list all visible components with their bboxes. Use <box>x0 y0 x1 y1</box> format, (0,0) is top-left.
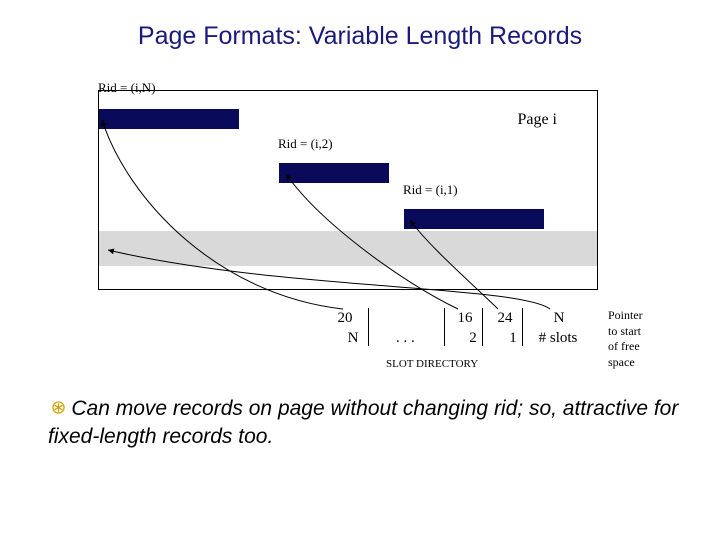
dir-divider <box>368 308 369 346</box>
ellipsis: . . . <box>396 330 415 347</box>
rid-n-label: Rid = (i,N) <box>98 80 156 96</box>
slot-offset: 16 <box>450 310 480 327</box>
slot-index: 1 <box>498 330 528 347</box>
slot-count-n: N <box>544 310 574 327</box>
page-label: Page i <box>517 111 557 129</box>
slot-index: N <box>338 330 368 347</box>
slot-index: 2 <box>458 330 488 347</box>
dir-divider <box>444 308 445 346</box>
record-1 <box>404 209 544 229</box>
record-2 <box>279 163 389 183</box>
pointer-footnote: Pointer to start of free space <box>608 308 678 370</box>
slot-offset: 20 <box>330 310 360 327</box>
rid-1-label: Rid = (i,1) <box>403 182 458 198</box>
main-bullet-text-content: Can move records on page without changin… <box>48 397 678 448</box>
page-box: Page i <box>98 90 598 290</box>
note-line: of free <box>608 339 678 355</box>
record-n <box>99 109 239 129</box>
slot-directory-label: SLOT DIRECTORY <box>386 358 478 370</box>
page-diagram: Page i Rid = (i,N) Rid = (i,2) Rid = (i,… <box>98 80 598 360</box>
rid-2-label: Rid = (i,2) <box>278 136 333 152</box>
free-space-region <box>99 231 597 266</box>
num-slots-label: # slots <box>528 330 588 347</box>
note-line: to start <box>608 324 678 340</box>
slot-offset: 24 <box>490 310 520 327</box>
slide-title: Page Formats: Variable Length Records <box>0 0 720 51</box>
main-bullet-text: Can move records on page without changin… <box>48 395 680 452</box>
note-line: Pointer <box>608 308 678 324</box>
note-line: space <box>608 355 678 371</box>
